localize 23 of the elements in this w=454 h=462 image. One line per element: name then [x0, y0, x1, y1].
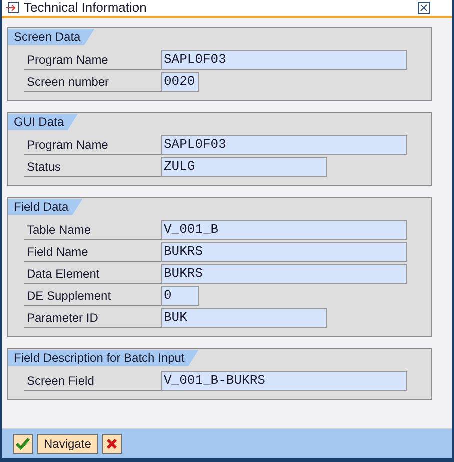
cancel-button[interactable] — [102, 434, 122, 454]
window-title: Technical Information — [24, 0, 148, 18]
group-title: GUI Data — [8, 114, 78, 130]
group-title: Field Description for Batch Input — [8, 350, 199, 366]
input-field[interactable]: ZULG — [161, 157, 327, 177]
cross-icon — [106, 438, 118, 450]
input-field[interactable]: V_001_B-BUKRS — [161, 371, 407, 391]
close-icon — [420, 4, 428, 12]
input-field[interactable]: BUK — [161, 308, 327, 328]
window-icon — [6, 2, 20, 14]
input-field[interactable]: SAPL0F03 — [161, 50, 407, 70]
input-field[interactable]: V_001_B — [161, 220, 407, 240]
group-title: Screen Data — [8, 29, 95, 45]
group-title: Field Data — [8, 199, 83, 215]
input-field[interactable]: BUKRS — [161, 242, 407, 262]
confirm-button[interactable] — [13, 434, 33, 454]
navigate-button[interactable]: Navigate — [37, 434, 98, 454]
close-button[interactable] — [418, 2, 430, 14]
input-field[interactable]: 0 — [161, 286, 199, 306]
input-field[interactable]: BUKRS — [161, 264, 407, 284]
input-field[interactable]: 0020 — [161, 72, 199, 92]
checkmark-icon — [16, 438, 30, 450]
input-field[interactable]: SAPL0F03 — [161, 135, 407, 155]
